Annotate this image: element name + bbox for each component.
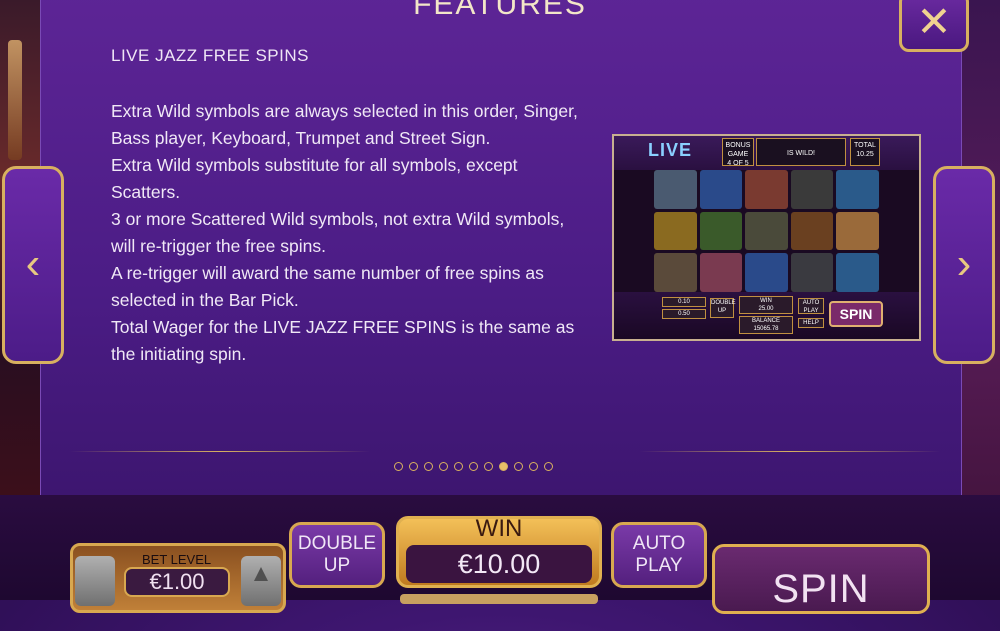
feature-heading: LIVE JAZZ FREE SPINS [111, 46, 309, 65]
bet-increase-button[interactable]: ▲ [241, 556, 281, 606]
pagination-dot[interactable] [499, 462, 508, 471]
pagination-dot[interactable] [394, 462, 403, 471]
win-value: €10.00 [406, 545, 592, 583]
bonus-game-label: BONUS GAME [725, 142, 751, 158]
pagination-dot[interactable] [529, 462, 538, 471]
divider-left [70, 451, 370, 452]
help-mini: HELP [798, 318, 824, 328]
feature-paragraph: Total Wager for the LIVE JAZZ FREE SPINS… [111, 317, 575, 364]
wild-box: IS WILD! [756, 138, 846, 166]
pagination-dots [394, 462, 553, 471]
bet-value: 0.10 [662, 297, 706, 307]
reel-symbol [745, 253, 788, 292]
balance-mini: BALANCE 15065.78 [739, 316, 793, 334]
pagination-dot[interactable] [439, 462, 448, 471]
close-button[interactable]: ✕ [899, 0, 969, 52]
reel-symbol [745, 211, 788, 251]
wild-label: IS WILD! [786, 150, 815, 157]
bet-decrease-button[interactable] [75, 556, 115, 606]
bonus-game-value: 4 OF 5 [727, 160, 749, 167]
previous-page-button[interactable]: ‹ [2, 166, 64, 364]
total-box: TOTAL 10.25 [850, 138, 880, 166]
reel-symbol [790, 170, 834, 209]
pagination-dot[interactable] [544, 462, 553, 471]
pagination-dot[interactable] [514, 462, 523, 471]
spin-mini: SPIN [829, 301, 883, 327]
bet-level-value: €1.00 [124, 567, 230, 597]
divider-right [640, 451, 940, 452]
reel-symbol [699, 253, 743, 292]
bet-value: 0.50 [662, 309, 706, 319]
chevron-right-icon: › [956, 239, 972, 288]
screenshot-controls: 0.10 0.50 DOUBLE UP WIN 25.00 BALANCE 15… [614, 292, 919, 339]
reel-symbol [654, 211, 697, 251]
bonus-game-box: BONUS GAME 4 OF 5 [722, 138, 754, 167]
page-title: FEATURES [413, 0, 587, 21]
pagination-dot[interactable] [424, 462, 433, 471]
feature-paragraph: 3 or more Scattered Wild symbols, not ex… [111, 209, 565, 256]
feature-paragraph: Extra Wild symbols are always selected i… [111, 101, 578, 148]
reels-grid [654, 170, 879, 292]
reel-symbol [654, 170, 697, 209]
bet-level-label: BET LEVEL [142, 552, 212, 567]
chevron-left-icon: ‹ [25, 239, 41, 288]
reel-symbol [836, 170, 879, 209]
balance-mini-value: 15065.78 [753, 326, 779, 332]
auto-play-button[interactable]: AUTO PLAY [611, 522, 707, 588]
reel-symbol [836, 211, 879, 251]
win-mini: WIN 25.00 [739, 296, 793, 314]
reel-symbol [790, 211, 834, 251]
reel-symbol [790, 253, 834, 292]
reel-symbol [699, 211, 743, 251]
reel-symbol [654, 253, 697, 292]
balance-mini-label: BALANCE [751, 318, 780, 324]
pagination-dot[interactable] [484, 462, 493, 471]
arrow-up-icon: ▲ [249, 560, 273, 587]
auto-play-mini: AUTO PLAY [798, 298, 824, 314]
next-page-button[interactable]: › [933, 166, 995, 364]
reel-symbol [836, 253, 879, 292]
pagination-dot[interactable] [469, 462, 478, 471]
double-up-button[interactable]: DOUBLE UP [289, 522, 385, 588]
reel-symbol [745, 170, 788, 209]
feature-paragraph: A re-trigger will award the same number … [111, 263, 544, 310]
win-panel-lower [400, 594, 598, 604]
game-logo: LIVE [648, 140, 693, 160]
close-icon: ✕ [916, 0, 952, 45]
reel-symbol [699, 170, 743, 209]
feature-screenshot: LIVE BONUS GAME 4 OF 5 IS WILD! TOTAL 10… [612, 134, 921, 341]
pagination-dot[interactable] [454, 462, 463, 471]
feature-description: Extra Wild symbols are always selected i… [111, 98, 581, 368]
spin-button[interactable]: SPIN [712, 544, 930, 614]
total-value: 10.25 [856, 151, 874, 158]
double-up-mini: DOUBLE UP [710, 298, 736, 318]
total-label: TOTAL [854, 142, 876, 149]
win-label: WIN [475, 515, 523, 542]
screenshot-header: LIVE BONUS GAME 4 OF 5 IS WILD! TOTAL 10… [614, 136, 919, 170]
win-mini-label: WIN [760, 298, 772, 304]
feature-paragraph: Extra Wild symbols substitute for all sy… [111, 155, 518, 202]
pagination-dot[interactable] [409, 462, 418, 471]
win-mini-value: 25.00 [758, 306, 774, 312]
